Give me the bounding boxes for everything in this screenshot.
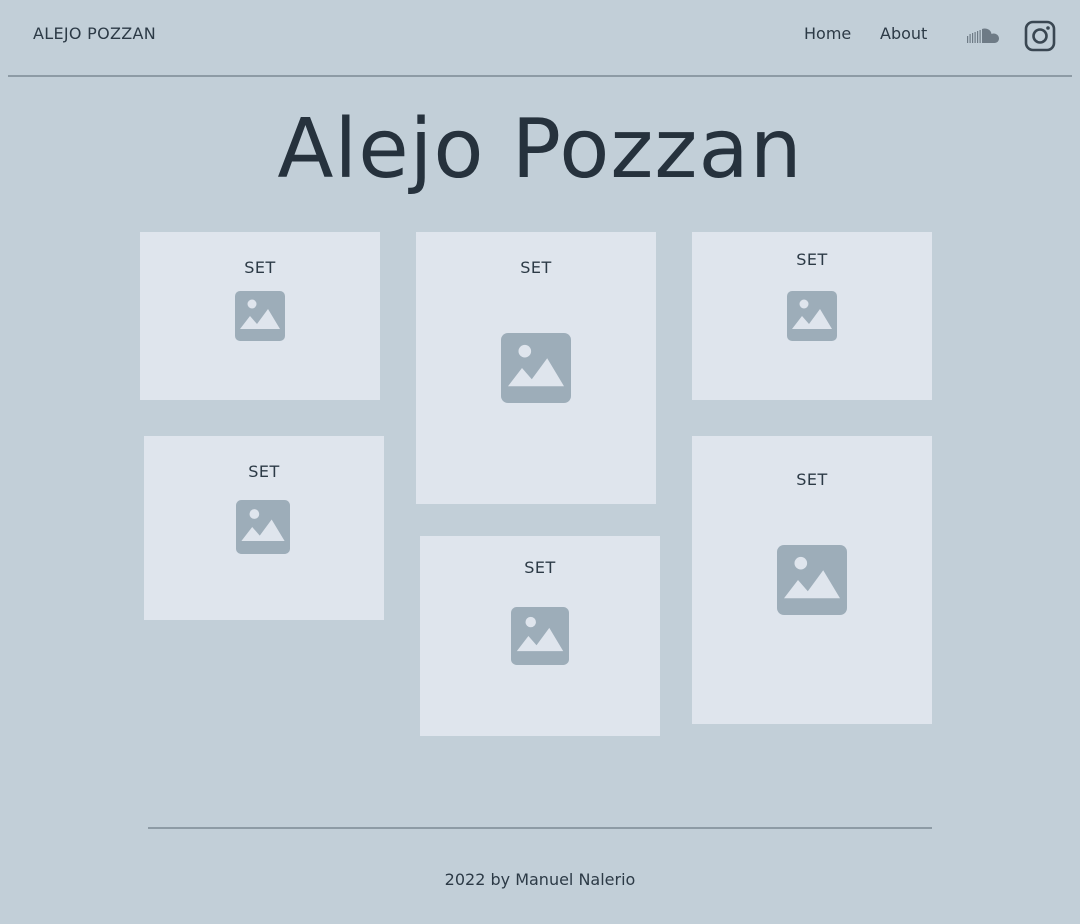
- nav-about-link[interactable]: About: [880, 24, 927, 43]
- set-card[interactable]: SET: [144, 436, 384, 620]
- image-placeholder-icon: [235, 291, 285, 341]
- set-card-label: SET: [244, 258, 276, 277]
- footer-divider: [148, 827, 932, 829]
- instagram-icon[interactable]: [1024, 20, 1056, 52]
- set-card[interactable]: SET: [692, 436, 932, 724]
- set-card[interactable]: SET: [140, 232, 380, 400]
- image-placeholder-icon: [236, 500, 290, 554]
- set-card-label: SET: [796, 470, 828, 489]
- site-header: ALEJO POZZAN Home About: [0, 0, 1080, 77]
- page: ALEJO POZZAN Home About Alejo Pozzan SET: [0, 0, 1080, 924]
- soundcloud-icon[interactable]: [966, 27, 1000, 45]
- site-logo-link[interactable]: ALEJO POZZAN: [33, 24, 156, 43]
- set-card-label: SET: [520, 258, 552, 277]
- footer-credit: 2022 by Manuel Nalerio: [444, 870, 636, 889]
- set-card[interactable]: SET: [416, 232, 656, 504]
- set-card-label: SET: [248, 462, 280, 481]
- set-card-label: SET: [796, 250, 828, 269]
- header-divider: [8, 75, 1072, 77]
- set-card-label: SET: [524, 558, 556, 577]
- set-card[interactable]: SET: [692, 232, 932, 400]
- image-placeholder-icon: [787, 291, 837, 341]
- image-placeholder-icon: [501, 333, 571, 403]
- image-placeholder-icon: [511, 607, 569, 665]
- image-placeholder-icon: [777, 545, 847, 615]
- page-title: Alejo Pozzan: [277, 102, 803, 197]
- set-card[interactable]: SET: [420, 536, 660, 736]
- nav-home-link[interactable]: Home: [804, 24, 851, 43]
